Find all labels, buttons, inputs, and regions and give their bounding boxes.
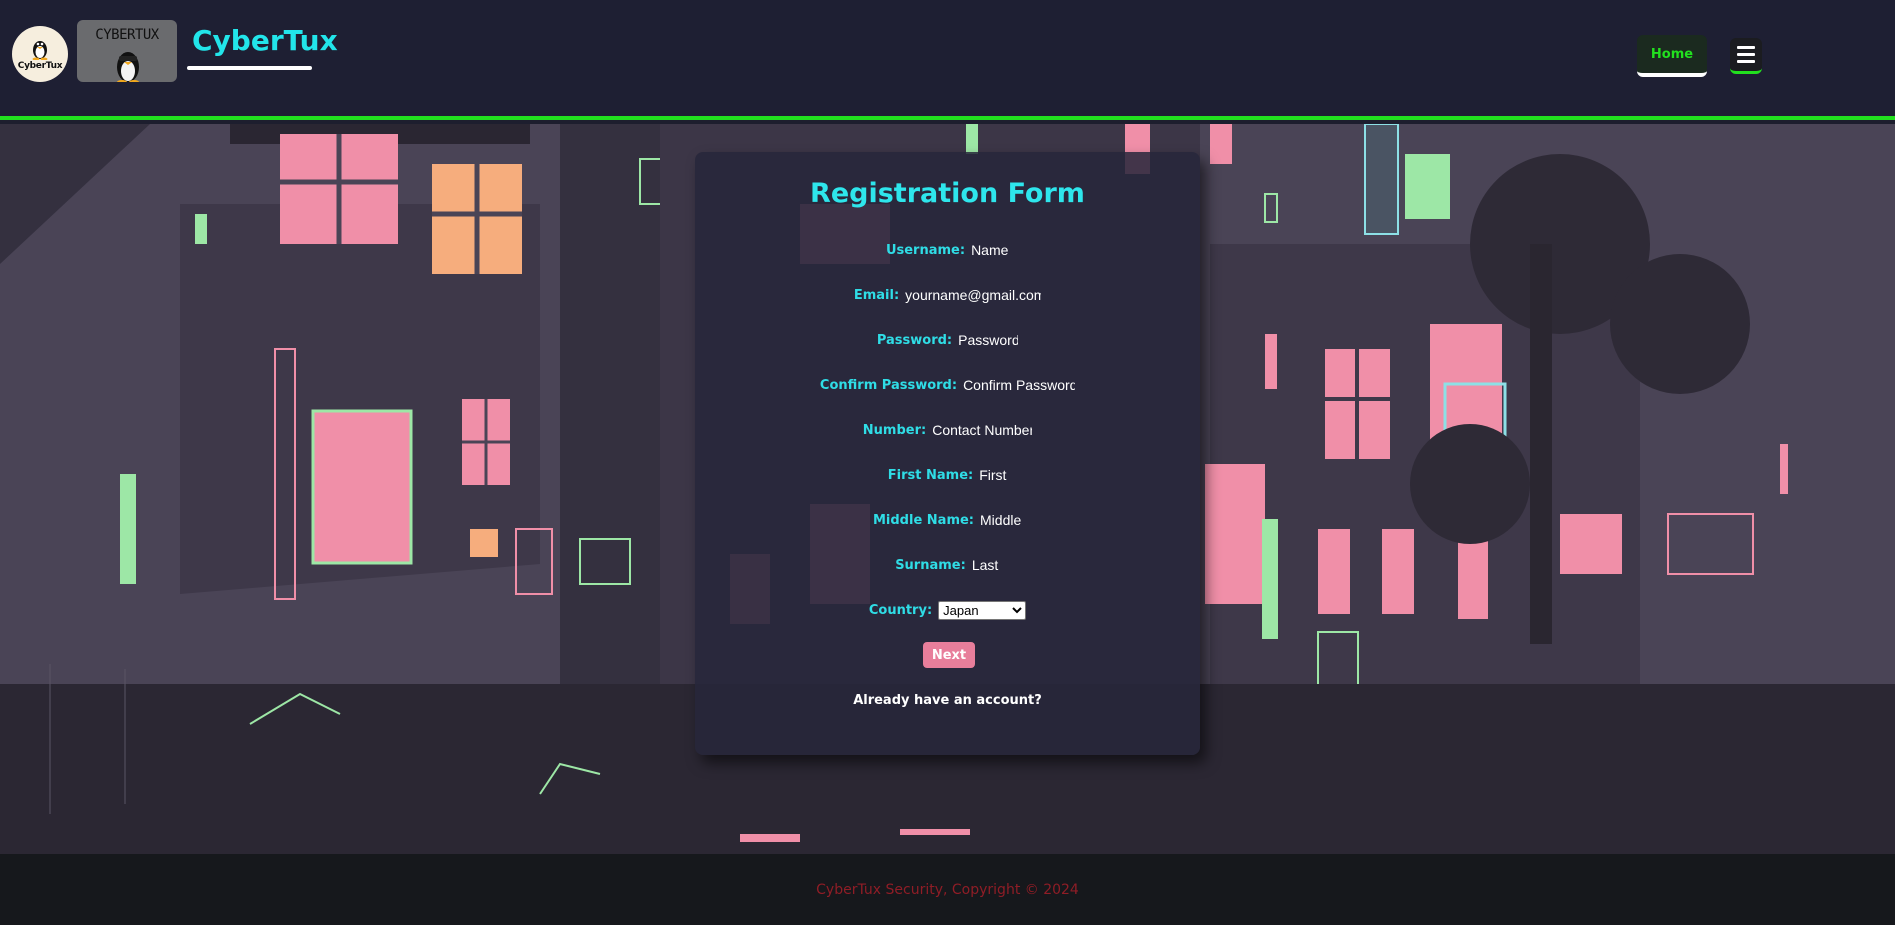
password-label: Password: [876, 332, 953, 348]
password-input[interactable] [958, 332, 1019, 348]
tux-icon [32, 40, 48, 60]
middle-name-input[interactable] [980, 512, 1023, 528]
logo-text: CyberTux [17, 60, 63, 71]
brand-title[interactable]: CyberTux [192, 24, 338, 57]
site-header: CyberTux CYBERTUX CyberTux Home [0, 0, 1895, 120]
banner-text: CYBERTUX [95, 27, 159, 43]
confirm-password-label: Confirm Password: [819, 377, 958, 393]
surname-label: Surname: [895, 557, 966, 573]
confirm-password-input[interactable] [963, 377, 1076, 393]
logo[interactable]: CyberTux [12, 26, 68, 82]
email-label: Email: [853, 287, 900, 303]
country-label: Country: [868, 602, 933, 618]
country-select[interactable]: Japan [938, 600, 1027, 620]
number-row: Number: [695, 419, 1200, 441]
username-row: Username: [695, 239, 1200, 261]
form-title: Registration Form [810, 178, 1085, 209]
email-row: Email: [695, 284, 1200, 306]
tux-icon [117, 52, 139, 82]
brand-underline [187, 66, 312, 70]
number-label: Number: [862, 422, 927, 438]
middle-name-label: Middle Name: [872, 512, 975, 528]
number-input[interactable] [932, 422, 1033, 438]
surname-input[interactable] [971, 557, 1000, 573]
username-input[interactable] [971, 242, 1010, 258]
first-name-input[interactable] [979, 467, 1008, 483]
first-name-row: First Name: [695, 464, 1200, 486]
surname-row: Surname: [695, 554, 1200, 576]
site-footer: CyberTux Security, Copyright © 2024 [0, 854, 1895, 925]
confirm-password-row: Confirm Password: [695, 374, 1200, 396]
logo-banner[interactable]: CYBERTUX [77, 20, 177, 82]
copyright-text: CyberTux Security, Copyright © 2024 [816, 881, 1079, 898]
username-label: Username: [885, 242, 966, 258]
email-input[interactable] [905, 287, 1042, 303]
first-name-label: First Name: [887, 467, 974, 483]
password-row: Password: [695, 329, 1200, 351]
next-button[interactable]: Next [923, 642, 975, 668]
middle-name-row: Middle Name: [695, 509, 1200, 531]
hamburger-icon[interactable] [1730, 38, 1762, 74]
login-link[interactable]: Already have an account? [695, 693, 1200, 708]
registration-form: Registration Form Username: Email: Passw… [695, 152, 1200, 755]
country-row: Country: Japan [695, 599, 1200, 621]
home-button[interactable]: Home [1637, 35, 1707, 77]
